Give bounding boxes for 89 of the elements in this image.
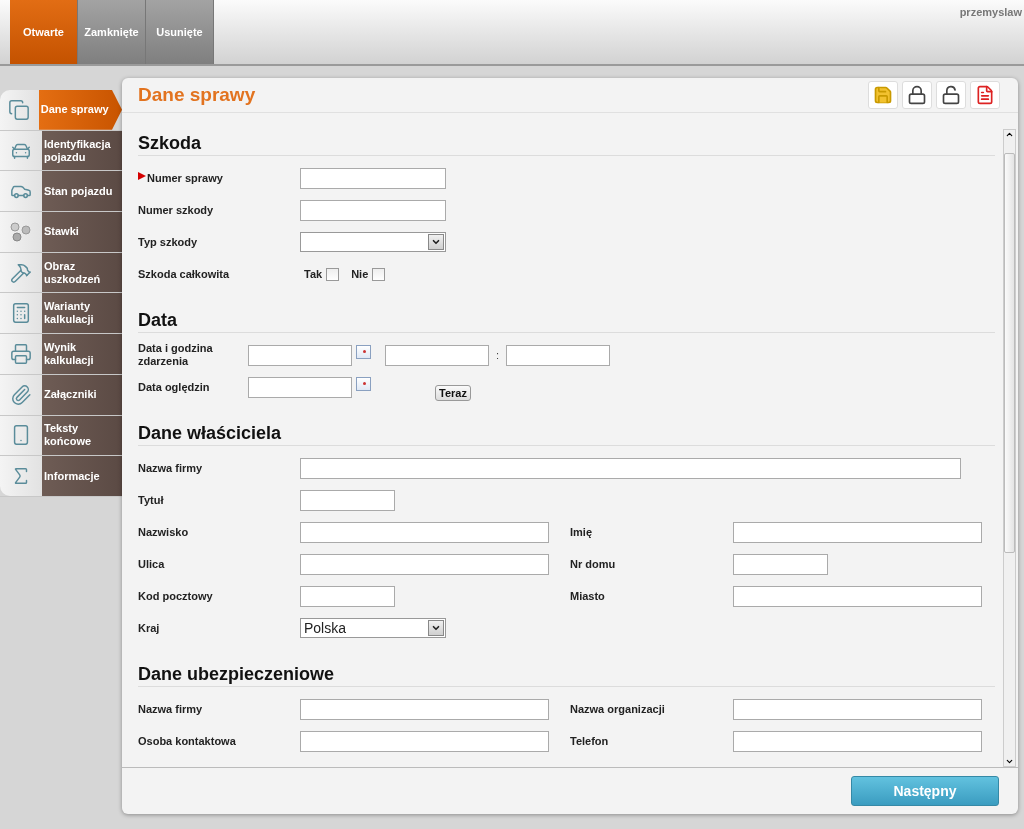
field-label: Szkoda całkowita <box>138 267 231 281</box>
input-field[interactable] <box>300 167 446 189</box>
dropdown-field[interactable] <box>300 232 446 252</box>
field-label: Nazwa firmy <box>138 461 204 475</box>
scrollbar[interactable] <box>1003 129 1016 767</box>
field-label: Imię <box>570 525 593 539</box>
sidebar-icon <box>10 383 32 406</box>
status-tab[interactable]: Otwarte <box>10 0 78 64</box>
option-label: Tak <box>304 268 323 280</box>
input-field[interactable] <box>733 698 982 720</box>
field-label: Telefon <box>570 734 610 748</box>
sidebar-item[interactable]: Załączniki <box>0 374 122 416</box>
sidebar-item[interactable]: Obraz uszkodzeń <box>0 252 122 294</box>
sidebar-icon <box>10 261 32 284</box>
sidebar-icon <box>10 302 32 325</box>
sidebar-icon <box>8 98 31 121</box>
sidebar-item[interactable]: Wynik kalkulacji <box>0 334 122 375</box>
sidebar-label: Warianty kalkulacji <box>42 293 122 334</box>
input-field[interactable] <box>733 730 982 752</box>
date-field[interactable] <box>248 344 352 366</box>
input-field[interactable] <box>733 521 982 543</box>
field-label: Miasto <box>570 589 606 603</box>
input-field[interactable] <box>300 553 549 575</box>
field-label: Kraj <box>138 621 161 635</box>
field-label: Typ szkody <box>138 235 199 249</box>
checkbox[interactable] <box>326 267 340 281</box>
input-field[interactable] <box>300 585 395 607</box>
checkbox[interactable] <box>372 267 386 281</box>
sidebar-label: Wynik kalkulacji <box>42 334 122 374</box>
lock-button[interactable] <box>902 81 932 109</box>
field-label: Kod pocztowy <box>138 589 214 603</box>
sidebar-label: Identyfikacja pojazdu <box>42 130 122 171</box>
sidebar-label: Obraz uszkodzeń <box>42 252 122 293</box>
sidebar-item[interactable]: Identyfikacja pojazdu <box>0 130 122 172</box>
sidebar-label: Dane sprawy <box>38 90 122 130</box>
field-label: Data i godzina zdarzenia <box>138 342 214 368</box>
circles-icon <box>10 221 32 242</box>
date-field[interactable] <box>248 376 352 398</box>
minute-field[interactable] <box>506 344 611 366</box>
now-button[interactable]: Teraz <box>435 385 471 401</box>
sidebar-label: Stawki <box>42 212 122 252</box>
input-field[interactable] <box>733 553 828 575</box>
field-label: Nr domu <box>570 557 617 571</box>
input-field[interactable] <box>300 489 395 511</box>
scroll-down-icon[interactable] <box>1005 757 1014 766</box>
required-icon <box>138 172 146 180</box>
scroll-up-icon[interactable] <box>1005 130 1014 139</box>
sidebar-icon <box>10 342 32 365</box>
sidebar-item[interactable]: Stan pojazdu <box>0 171 122 213</box>
time-separator: : <box>496 349 500 361</box>
sidebar-label: Teksty końcowe <box>42 415 122 456</box>
field-label: Data oględzin <box>138 380 211 394</box>
input-field[interactable] <box>300 457 961 479</box>
input-field[interactable] <box>300 521 549 543</box>
input-field[interactable] <box>300 730 549 752</box>
sidebar-item[interactable]: Warianty kalkulacji <box>0 293 122 335</box>
option-label: Nie <box>351 268 369 280</box>
field-label: Tytuł <box>138 493 165 507</box>
calendar-icon[interactable] <box>356 377 371 391</box>
sidebar-item[interactable]: Informacje <box>0 456 122 497</box>
input-field[interactable] <box>733 585 982 607</box>
field-label: Nazwa firmy <box>138 702 204 716</box>
section-title: Dane właściciela <box>138 423 995 446</box>
unlock-button[interactable] <box>936 81 966 109</box>
user-name: przemyslaw <box>959 6 1022 18</box>
field-label: Nazwisko <box>138 525 190 539</box>
dropdown-field[interactable]: Polska <box>300 618 446 638</box>
sidebar-item[interactable]: Teksty końcowe <box>0 415 122 457</box>
input-field[interactable] <box>300 199 446 221</box>
sidebar-label: Stan pojazdu <box>42 171 122 212</box>
field-label: Numer sprawy <box>138 171 300 185</box>
field-label: Osoba kontaktowa <box>138 734 237 748</box>
hour-field[interactable] <box>385 344 489 366</box>
panel-title: Dane sprawy <box>138 84 256 106</box>
caret-icon <box>428 620 444 636</box>
sidebar-item[interactable]: Stawki <box>0 212 122 253</box>
section-title: Szkoda <box>138 133 995 156</box>
section-title: Dane ubezpieczeniowe <box>138 664 995 687</box>
sidebar-item[interactable]: Dane sprawy <box>0 90 122 131</box>
caret-icon <box>428 234 444 250</box>
field-label: Nazwa organizacji <box>570 702 666 716</box>
field-label: Numer szkody <box>138 203 215 217</box>
pdf-button[interactable] <box>970 81 1000 109</box>
sidebar-label: Informacje <box>42 456 122 496</box>
sidebar-label: Załączniki <box>42 374 122 415</box>
field-label: Ulica <box>138 557 166 571</box>
calendar-icon[interactable] <box>356 345 371 359</box>
section-title: Data <box>138 310 995 333</box>
input-field[interactable] <box>300 698 549 720</box>
